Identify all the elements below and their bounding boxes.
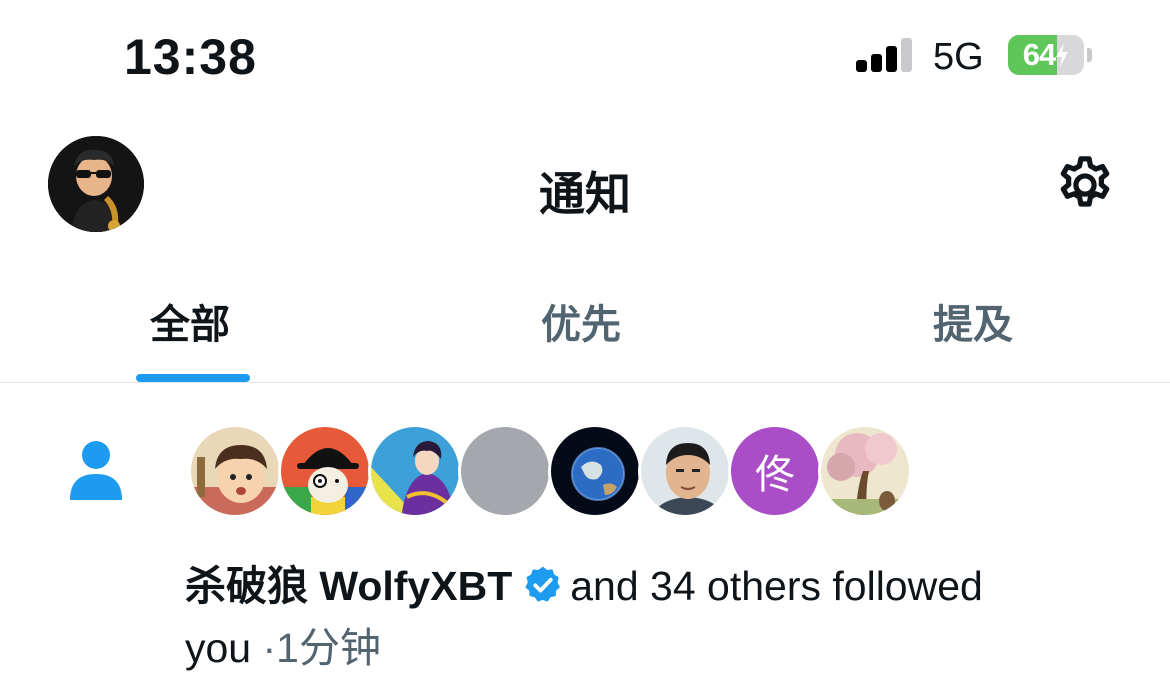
status-time: 13:38 (124, 29, 257, 85)
tab-all[interactable]: 全部 (150, 292, 230, 350)
follower-avatar[interactable] (818, 424, 912, 518)
page-title: 通知 (539, 168, 631, 220)
battery-icon: 64 (1008, 35, 1084, 75)
follower-avatar[interactable] (368, 424, 462, 518)
notification-text: 杀破狼 WolfyXBT and 34 others followed (185, 552, 983, 612)
battery-nub (1087, 48, 1092, 62)
follower-avatar-image (191, 427, 279, 515)
person-follow-icon (70, 441, 122, 500)
active-tab-indicator (136, 374, 250, 382)
notification-action-text: and 34 others followed (570, 563, 983, 609)
timestamp: 1分钟 (276, 625, 381, 671)
tab-mentions[interactable]: 提及 (933, 292, 1013, 350)
follower-avatar-image (281, 427, 369, 515)
follower-avatar-default[interactable] (458, 424, 552, 518)
network-type: 5G (933, 36, 984, 78)
settings-gear-icon[interactable] (1052, 152, 1118, 218)
follower-avatar[interactable] (548, 424, 642, 518)
follower-avatar[interactable] (638, 424, 732, 518)
notifications-screen: 13:38 5G 64 通知 全部 优先 提及 佟 杀破狼 WolfyXBT a… (0, 0, 1170, 673)
verified-badge-icon (525, 566, 561, 602)
tab-divider (0, 382, 1170, 383)
cellular-signal-icon (856, 38, 912, 72)
follower-avatars: 佟 (188, 424, 928, 520)
follower-avatar[interactable] (188, 424, 282, 518)
notification-text-continued: you ·1分钟 (185, 614, 381, 673)
notification-action-text-wrap: you (185, 625, 252, 671)
follower-avatar-image (641, 427, 729, 515)
follower-avatar-image (821, 427, 909, 515)
follower-avatar[interactable] (278, 424, 372, 518)
tab-bar: 全部 优先 提及 (0, 282, 1170, 382)
follower-avatar-letter[interactable]: 佟 (728, 424, 822, 518)
follower-avatar-image (551, 427, 639, 515)
user-name-link[interactable]: 杀破狼 WolfyXBT (185, 563, 512, 609)
follower-avatar-image (371, 427, 459, 515)
tab-priority[interactable]: 优先 (541, 292, 621, 350)
charging-bolt-icon (1056, 43, 1069, 67)
separator-dot: · (262, 625, 277, 671)
battery-level: 64 (1022, 37, 1056, 72)
